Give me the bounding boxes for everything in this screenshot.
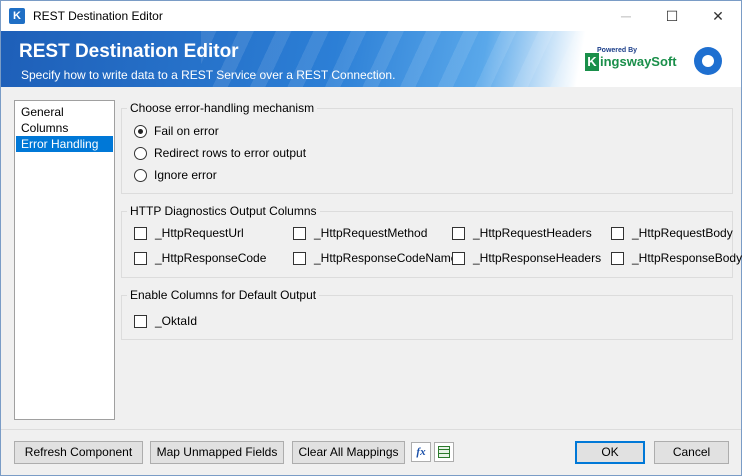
maximize-button[interactable]: ☐ (649, 1, 695, 31)
title-bar: K REST Destination Editor ─ ☐ ✕ (1, 1, 741, 31)
map-unmapped-fields-button[interactable]: Map Unmapped Fields (150, 441, 284, 464)
logo-powered-by: Powered By (597, 47, 638, 54)
checkbox[interactable] (611, 251, 624, 265)
http-diagnostics-group-title: HTTP Diagnostics Output Columns (127, 204, 320, 218)
expression-fx-icon[interactable]: fx (411, 442, 431, 462)
checkbox-label: _HttpRequestHeaders (473, 226, 592, 240)
checkbox[interactable] (293, 251, 306, 265)
checkbox-label: _HttpResponseCode (155, 251, 267, 265)
header-banner: REST Destination Editor Specify how to w… (1, 31, 741, 87)
radio-button[interactable] (134, 168, 147, 182)
checkbox-label: _HttpResponseBody (632, 251, 742, 265)
window-title: REST Destination Editor (33, 9, 163, 23)
radio-redirect-rows[interactable]: Redirect rows to error output (134, 146, 306, 160)
logo-k-icon: K (585, 53, 599, 71)
checkbox-http-request-url[interactable]: _HttpRequestUrl (134, 226, 244, 240)
checkbox-http-request-method[interactable]: _HttpRequestMethod (293, 226, 427, 240)
checkbox[interactable] (134, 226, 147, 240)
kingswaysoft-logo: Powered By K ingswaySoft (583, 47, 677, 75)
banner-title: REST Destination Editor (19, 41, 239, 62)
ok-button[interactable]: OK (575, 441, 645, 464)
checkbox-okta-id[interactable]: _OktaId (134, 314, 197, 328)
footer-divider (1, 429, 741, 430)
checkbox-label: _HttpResponseCodeName (314, 251, 458, 265)
checkbox-http-request-body[interactable]: _HttpRequestBody (611, 226, 733, 240)
checkbox-label: _HttpResponseHeaders (473, 251, 602, 265)
radio-label: Fail on error (154, 124, 219, 138)
http-diagnostics-group: HTTP Diagnostics Output Columns _HttpReq… (121, 204, 742, 278)
grid-check-icon[interactable] (434, 442, 454, 462)
error-handling-group-title: Choose error-handling mechanism (127, 101, 318, 115)
nav-item-general[interactable]: General (16, 104, 113, 120)
checkbox-label: _OktaId (155, 314, 198, 328)
checkbox[interactable] (452, 226, 465, 240)
nav-list: General Columns Error Handling (14, 100, 115, 420)
checkbox-http-response-headers[interactable]: _HttpResponseHeaders (452, 251, 601, 265)
default-output-group: Enable Columns for Default Output _OktaI… (121, 288, 733, 340)
close-button[interactable]: ✕ (695, 1, 741, 31)
radio-button[interactable] (134, 146, 147, 160)
checkbox[interactable] (452, 251, 465, 265)
radio-label: Redirect rows to error output (154, 146, 307, 160)
refresh-component-button[interactable]: Refresh Component (14, 441, 143, 464)
checkbox-http-response-code-name[interactable]: _HttpResponseCodeName (293, 251, 457, 265)
checkbox-label: _HttpRequestUrl (155, 226, 244, 240)
rest-destination-editor-window: K REST Destination Editor ─ ☐ ✕ REST Des… (0, 0, 742, 476)
connector-circle-icon (694, 47, 722, 75)
radio-ignore-error[interactable]: Ignore error (134, 168, 217, 182)
nav-item-columns[interactable]: Columns (16, 120, 113, 136)
checkbox-http-request-headers[interactable]: _HttpRequestHeaders (452, 226, 592, 240)
checkbox-label: _HttpRequestBody (632, 226, 733, 240)
banner-subtitle: Specify how to write data to a REST Serv… (21, 68, 396, 82)
checkbox-label: _HttpRequestMethod (314, 226, 428, 240)
grid-icon-glyph (438, 446, 450, 458)
default-output-group-title: Enable Columns for Default Output (127, 288, 320, 302)
kingswaysoft-app-icon: K (9, 8, 25, 24)
clear-all-mappings-button[interactable]: Clear All Mappings (292, 441, 405, 464)
checkbox[interactable] (293, 226, 306, 240)
checkbox[interactable] (611, 226, 624, 240)
logo-name: ingswaySoft (600, 54, 677, 69)
checkbox-http-response-code[interactable]: _HttpResponseCode (134, 251, 266, 265)
cancel-button[interactable]: Cancel (654, 441, 729, 464)
nav-item-error-handling[interactable]: Error Handling (16, 136, 113, 152)
checkbox-http-response-body[interactable]: _HttpResponseBody (611, 251, 742, 265)
radio-label: Ignore error (154, 168, 217, 182)
minimize-button[interactable]: ─ (603, 1, 649, 31)
radio-button-checked[interactable] (134, 124, 147, 138)
radio-fail-on-error[interactable]: Fail on error (134, 124, 219, 138)
checkbox[interactable] (134, 251, 147, 265)
checkbox[interactable] (134, 314, 147, 328)
error-handling-group: Choose error-handling mechanism Fail on … (121, 101, 733, 194)
